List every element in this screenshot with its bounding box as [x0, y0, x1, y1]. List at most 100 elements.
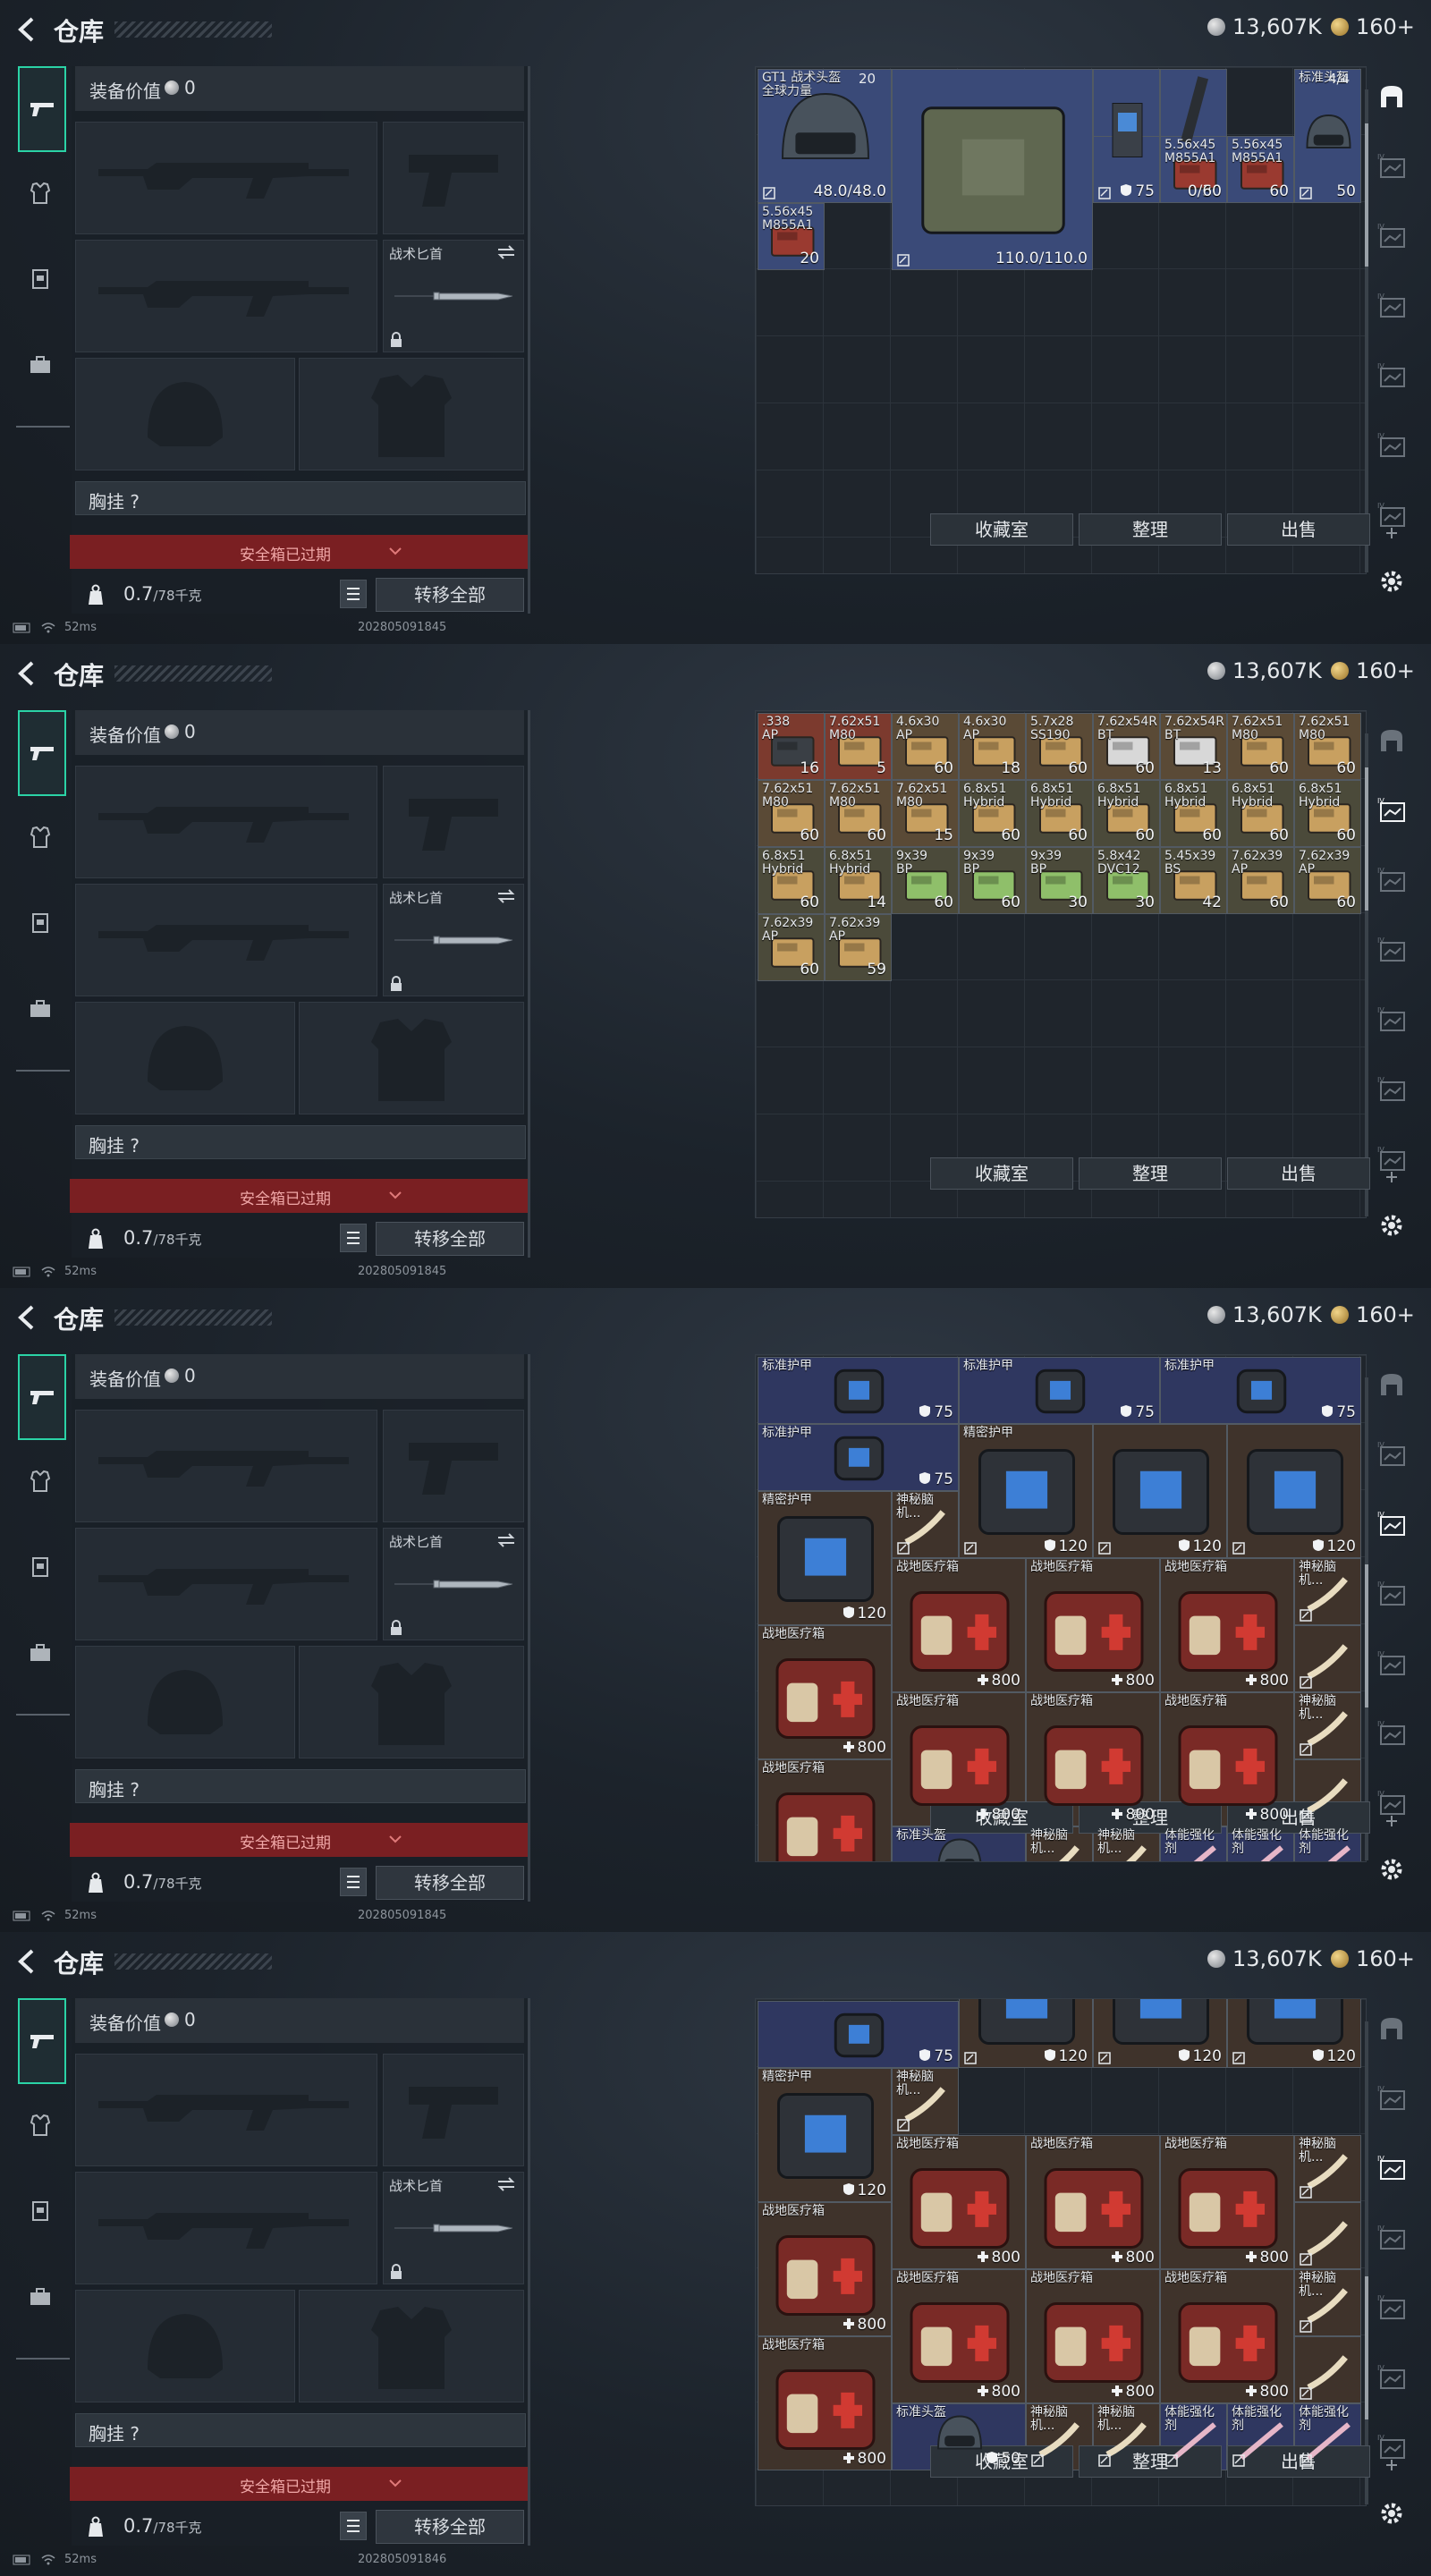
stash-item[interactable]: 120 — [1093, 1424, 1227, 1558]
stash-item[interactable]: 神秘脑机... — [1294, 1558, 1361, 1625]
body-armor-slot[interactable] — [299, 1002, 524, 1114]
stash-item[interactable]: 标准护甲 75 — [959, 1357, 1160, 1424]
stash-item[interactable]: 7.62x51 M80 60 — [758, 780, 825, 847]
list-view-button[interactable] — [340, 580, 367, 608]
stash-item[interactable]: 4.6x30 AP 60 — [892, 713, 959, 780]
stash-item[interactable]: 7.62x54R BT 60 — [1093, 713, 1160, 780]
stash-item[interactable]: 标准头盔 50 — [1294, 69, 1361, 203]
stash-item[interactable]: 9x39 BP 60 — [959, 847, 1026, 914]
safe-container-icon[interactable] — [1374, 2011, 1410, 2046]
stash-item[interactable]: 战地医疗箱 800 — [1026, 2135, 1160, 2269]
transfer-all-button[interactable]: 转移全部 — [376, 578, 524, 612]
primary-weapon-slot[interactable] — [75, 2054, 377, 2166]
stash-item[interactable]: 战地医疗箱 800 — [1026, 2269, 1160, 2403]
tab-armor[interactable] — [18, 1460, 63, 1503]
stash-item[interactable]: 120 — [1093, 1999, 1227, 2068]
stash-item[interactable]: 战地医疗箱 800 — [892, 1692, 1026, 1826]
container-4-icon[interactable]: IV — [1374, 1002, 1410, 1038]
stash-item[interactable] — [1294, 1625, 1361, 1692]
pistol-slot[interactable] — [383, 2054, 524, 2166]
sort-button[interactable]: 整理 — [1079, 513, 1222, 546]
container-5-icon[interactable]: IV — [1374, 1072, 1410, 1107]
stash-item[interactable]: 战地医疗箱 800 — [758, 2336, 892, 2470]
knife-slot[interactable]: 战术匕首 — [383, 240, 524, 352]
sort-button[interactable]: 整理 — [1079, 1157, 1222, 1190]
stash-scrollbar-thumb[interactable] — [1365, 767, 1368, 911]
container-4-icon[interactable]: IV — [1374, 358, 1410, 394]
container-3-icon[interactable]: IV — [1374, 2220, 1410, 2256]
stash-item[interactable]: 110.0/110.0 — [892, 69, 1093, 270]
stash-item[interactable]: 战地医疗箱 800 — [1160, 1692, 1294, 1826]
chest-rig-row[interactable]: 胸挂 ? — [75, 1125, 526, 1159]
stash-item[interactable]: 7.62x51 M80 60 — [1294, 713, 1361, 780]
knife-slot[interactable]: 战术匕首 — [383, 2172, 524, 2284]
list-view-button[interactable] — [340, 1868, 367, 1896]
add-container-icon[interactable] — [1374, 1159, 1410, 1195]
sell-button[interactable]: 出售 — [1227, 1157, 1370, 1190]
stash-item[interactable]: 6.8x51 Hybrid 60 — [1093, 780, 1160, 847]
stash-grid[interactable]: .338 AP 16 7.62x51 M80 5 4.6x30 AP 60 4.6x3… — [755, 710, 1367, 1218]
container-4-icon[interactable]: IV — [1374, 2290, 1410, 2326]
container-2-icon[interactable]: IV — [1374, 1506, 1410, 1542]
add-container-icon[interactable] — [1374, 2447, 1410, 2483]
stash-item[interactable]: 神秘脑机... — [1093, 2403, 1160, 2470]
stash-item[interactable]: 战地医疗箱 800 — [1026, 1692, 1160, 1826]
tab-backpack[interactable] — [18, 343, 63, 386]
safe-box-banner[interactable]: 安全箱已过期 — [70, 1179, 528, 1213]
stash-item[interactable]: 战地医疗箱 800 — [892, 2135, 1026, 2269]
stash-item[interactable]: .338 AP 16 — [758, 713, 825, 780]
stash-item[interactable]: 精密护甲 120 — [758, 1491, 892, 1625]
stash-item[interactable]: 标准护甲 75 — [758, 1357, 959, 1424]
tab-weapons[interactable] — [18, 66, 66, 152]
container-3-icon[interactable]: IV — [1374, 932, 1410, 968]
primary-weapon-slot[interactable] — [75, 122, 377, 234]
container-3-icon[interactable]: IV — [1374, 1576, 1410, 1612]
back-arrow-icon[interactable] — [13, 1302, 43, 1333]
stash-item[interactable]: 神秘脑机... — [1093, 1826, 1160, 1861]
chest-rig-row[interactable]: 胸挂 ? — [75, 481, 526, 515]
safe-container-icon[interactable] — [1374, 79, 1410, 114]
body-armor-slot[interactable] — [299, 1646, 524, 1758]
add-container-icon[interactable] — [1374, 1803, 1410, 1839]
container-4-icon[interactable]: IV — [1374, 1646, 1410, 1682]
tab-backpack[interactable] — [18, 2275, 63, 2318]
collection-room-button[interactable]: 收藏室 — [930, 513, 1073, 546]
transfer-all-button[interactable]: 转移全部 — [376, 1222, 524, 1256]
stash-item[interactable]: 7.62x51 M80 60 — [1227, 713, 1294, 780]
secondary-weapon-slot[interactable] — [75, 2172, 377, 2284]
stash-item[interactable]: 战地医疗箱 800 — [1160, 2269, 1294, 2403]
tab-rig[interactable] — [18, 902, 63, 945]
body-armor-slot[interactable] — [299, 358, 524, 470]
container-1-icon[interactable]: IV — [1374, 1436, 1410, 1472]
safe-box-banner[interactable]: 安全箱已过期 — [70, 1823, 528, 1857]
stash-item[interactable]: 7.62x39 AP 60 — [758, 914, 825, 981]
gold-currency[interactable]: 160+ — [1331, 1302, 1415, 1327]
stash-item[interactable]: 7.62x39 AP 59 — [825, 914, 892, 981]
container-5-icon[interactable]: IV — [1374, 2360, 1410, 2395]
stash-item[interactable]: 神秘脑机... — [1294, 2135, 1361, 2202]
stash-item[interactable]: 体能强化剂 — [1227, 1826, 1294, 1861]
safe-box-banner[interactable]: 安全箱已过期 — [70, 2467, 528, 2501]
list-view-button[interactable] — [340, 2512, 367, 2540]
safe-box-banner[interactable]: 安全箱已过期 — [70, 535, 528, 569]
stash-scrollbar-thumb[interactable] — [1365, 1564, 1368, 1707]
swap-icon[interactable] — [496, 1532, 516, 1548]
container-2-icon[interactable]: IV — [1374, 218, 1410, 254]
stash-grid[interactable]: GT1 战术头盔 全球力量 48.0/48.0 110.0/110.0 0/30 标… — [755, 66, 1367, 574]
tab-rig[interactable] — [18, 258, 63, 301]
safe-container-icon[interactable] — [1374, 723, 1410, 758]
stash-grid[interactable]: 标准护甲 75 标准护甲 75 标准护甲 75 标准护甲 75 精密护甲 120 120 … — [755, 1354, 1367, 1862]
stash-item[interactable]: 精密护甲 120 — [959, 1424, 1093, 1558]
swap-icon[interactable] — [496, 2176, 516, 2192]
stash-item[interactable]: 7.62x51 M80 60 — [825, 780, 892, 847]
stash-item[interactable]: 神秘脑机... — [892, 1491, 959, 1558]
stash-item[interactable]: 120 — [1227, 1999, 1361, 2068]
stash-item[interactable]: 75 — [758, 2001, 959, 2068]
stash-item[interactable]: 标准护甲 75 — [1160, 1357, 1361, 1424]
stash-item[interactable]: 7.62x51 M80 5 — [825, 713, 892, 780]
stash-item[interactable]: 神秘脑机... — [1294, 2269, 1361, 2336]
stash-item[interactable]: 体能强化剂 — [1160, 2403, 1227, 2470]
settings-gear-icon[interactable] — [1374, 1208, 1410, 1243]
back-arrow-icon[interactable] — [13, 14, 43, 45]
stash-item[interactable]: 5.56x45 M855A1 60 — [1227, 136, 1294, 203]
